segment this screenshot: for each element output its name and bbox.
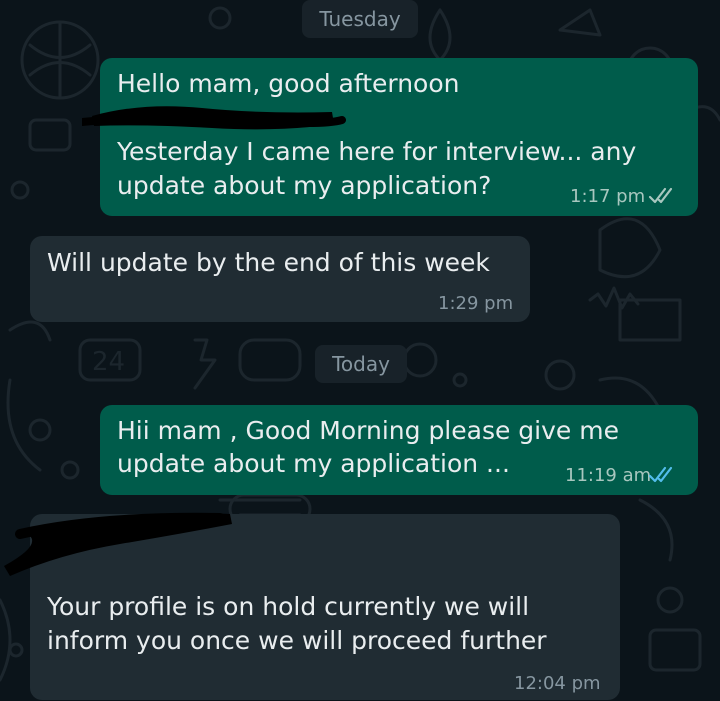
message-text-line: update about my application? <box>117 171 492 200</box>
message-bubble-incoming[interactable]: Your profile is on hold currently we wil… <box>4 512 620 700</box>
message-time: 12:04 pm <box>514 673 601 694</box>
svg-text:24: 24 <box>92 347 125 377</box>
message-bubble-outgoing[interactable]: Hii mam , Good Morning please give me up… <box>100 405 698 495</box>
message-text-line: Your profile is on hold currently we wil… <box>47 592 530 621</box>
message-bubble-incoming[interactable]: Will update by the end of this week 1:29… <box>30 236 530 322</box>
double-tick-read-icon <box>648 466 673 483</box>
message-time: 11:19 am <box>565 465 652 486</box>
redaction-mark <box>4 512 232 576</box>
message-text-line: Will update by the end of this week <box>47 248 490 277</box>
message-text-line: Hello mam, good afternoon <box>117 69 460 98</box>
chat-area[interactable]: 24 Tuesday Hello mam, good afternoon Yes… <box>0 0 720 701</box>
message-text-line: Hii mam , Good Morning please give me <box>117 416 619 445</box>
message-text-line: Yesterday I came here for interview... a… <box>117 137 637 166</box>
message-text-line: update about my application ... <box>117 449 510 478</box>
date-separator-label: Today <box>332 352 390 376</box>
message-time: 1:17 pm <box>570 186 646 207</box>
message-bubble-outgoing[interactable]: Hello mam, good afternoon Yesterday I ca… <box>82 58 698 216</box>
date-separator-tuesday: Tuesday <box>302 0 418 38</box>
double-tick-icon <box>648 187 673 204</box>
message-text-line: inform you once we will proceed further <box>47 626 547 655</box>
message-time: 1:29 pm <box>438 293 514 314</box>
date-separator-today: Today <box>315 345 407 383</box>
redaction-mark <box>82 106 346 130</box>
date-separator-label: Tuesday <box>319 7 401 31</box>
